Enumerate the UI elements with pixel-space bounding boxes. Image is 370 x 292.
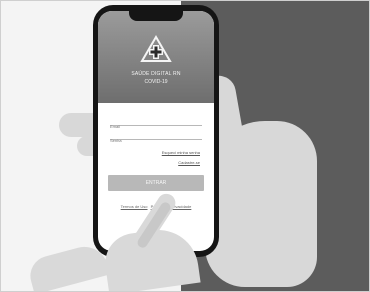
terms-link[interactable]: Termos de Uso <box>121 204 148 209</box>
enter-button[interactable]: ENTRAR <box>108 175 204 191</box>
create-account-link[interactable]: Cadastre-se <box>178 160 200 165</box>
email-field[interactable] <box>110 115 202 132</box>
password-input[interactable] <box>110 135 202 146</box>
photo-frame: SAÚDE DIGITAL RN COVID-19 Esqueci minha … <box>0 0 370 292</box>
phone-notch <box>129 11 183 21</box>
hand-back-palm <box>205 121 317 287</box>
password-field[interactable] <box>110 129 202 146</box>
brand-subtitle: COVID-19 <box>144 79 168 85</box>
app-header: SAÚDE DIGITAL RN COVID-19 <box>98 11 214 103</box>
brand-title: SAÚDE DIGITAL RN <box>131 71 181 77</box>
forgot-password-link[interactable]: Esqueci minha senha <box>162 150 200 155</box>
logo-icon <box>140 35 172 63</box>
